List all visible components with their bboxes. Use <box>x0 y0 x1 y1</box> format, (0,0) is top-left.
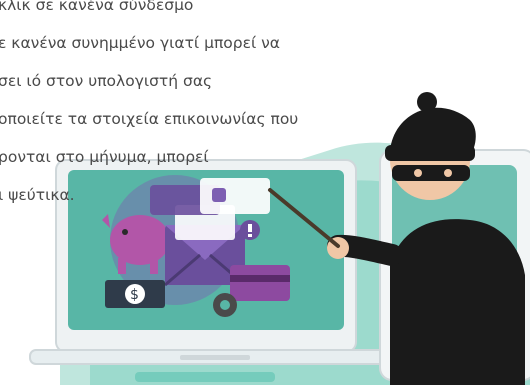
text-line: ρονται στο μήνυμα, μπορεί <box>0 148 209 166</box>
warning-icon <box>240 220 260 240</box>
phishing-illustration: $ <box>0 0 530 385</box>
text-line: κλικ σε κανένα σύνδεσμο <box>0 0 194 14</box>
text-line: ε κανένα συνημμένο γιατί μπορεί να <box>0 34 281 52</box>
text-line: ι ψεύτικα. <box>0 186 75 204</box>
text-line: σει ιό στον υπολογιστή σας <box>0 72 213 90</box>
credit-card-icon <box>230 265 290 301</box>
money-icon: $ <box>105 280 165 308</box>
gear-icon <box>213 293 237 317</box>
text-line: οποιείτε τα στοιχεία επικοινωνίας που <box>0 110 299 128</box>
svg-text:$: $ <box>130 287 139 303</box>
